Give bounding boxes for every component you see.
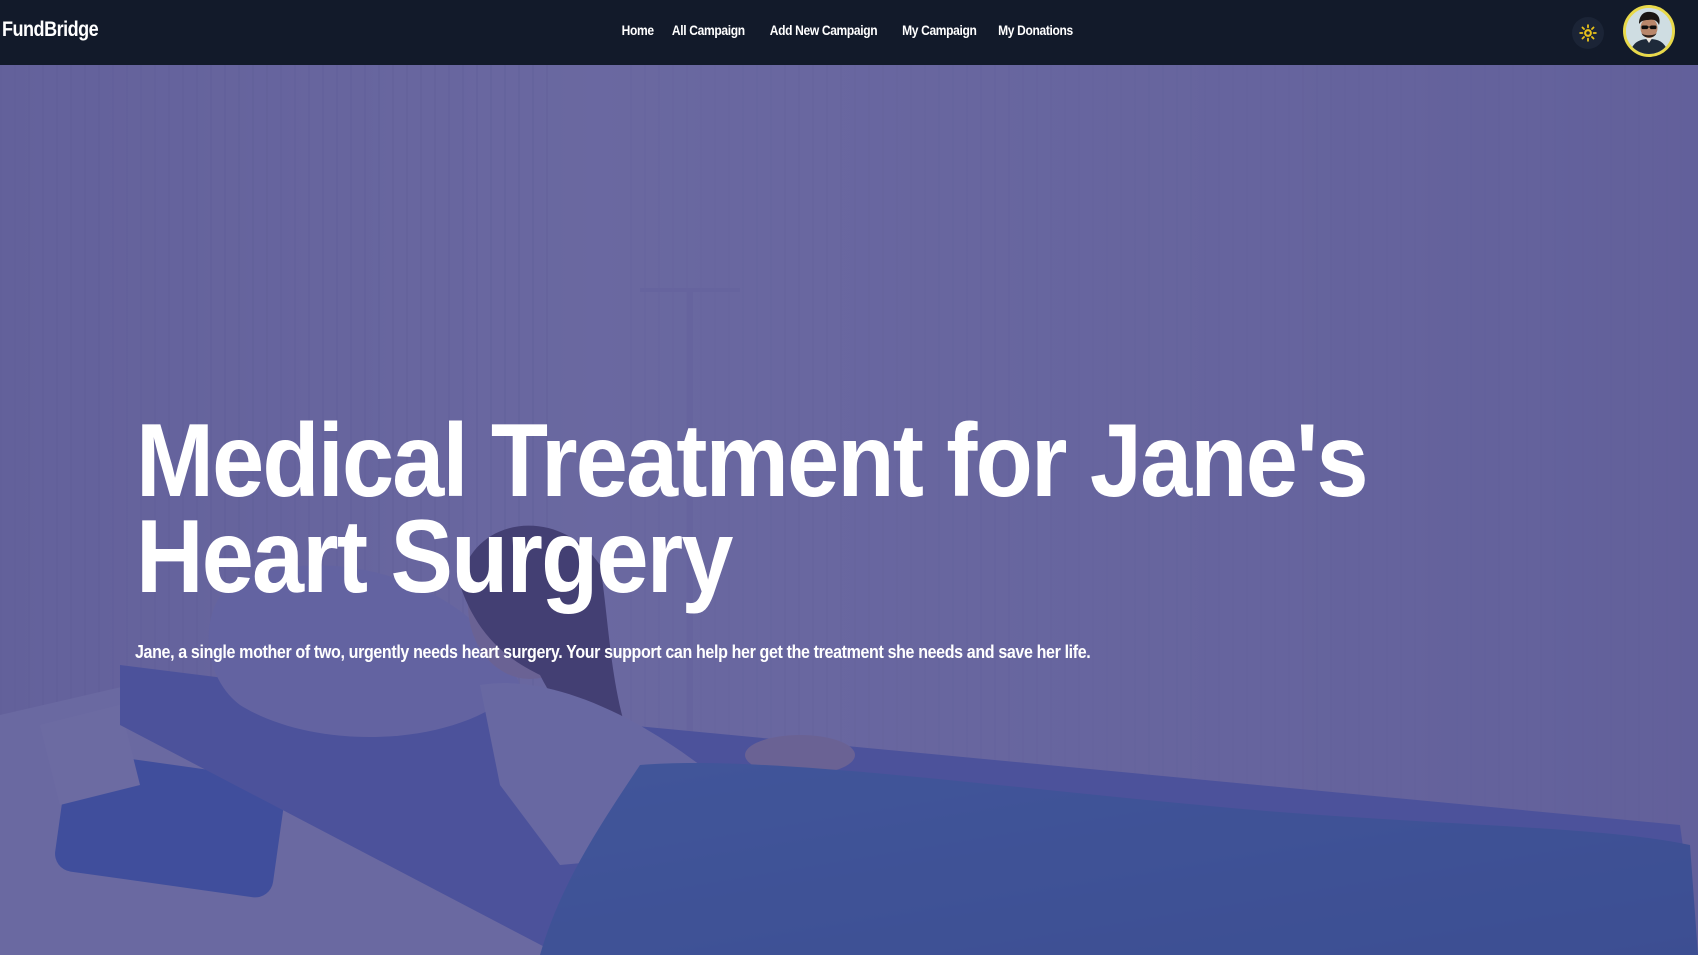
nav-links: Home All Campaign Add New Campaign My Ca…: [0, 22, 1698, 38]
user-avatar[interactable]: [1623, 5, 1675, 57]
sun-icon: [1579, 24, 1597, 42]
campaign-title: Medical Treatment for Jane's Heart Surge…: [136, 403, 1369, 615]
hero-banner: Medical Treatment for Jane's Heart Surge…: [0, 65, 1698, 955]
nav-link-add-new-campaign[interactable]: Add New Campaign: [769, 22, 877, 38]
navbar: FundBridge Home All Campaign Add New Cam…: [0, 0, 1698, 65]
nav-link-home[interactable]: Home: [621, 22, 653, 38]
avatar-portrait: [1626, 8, 1672, 54]
nav-link-my-donations[interactable]: My Donations: [998, 22, 1073, 38]
nav-link-all-campaign[interactable]: All Campaign: [672, 22, 745, 38]
theme-toggle-button[interactable]: [1572, 17, 1604, 49]
nav-link-my-campaign[interactable]: My Campaign: [902, 22, 977, 38]
campaign-description: Jane, a single mother of two, urgently n…: [135, 642, 1091, 662]
